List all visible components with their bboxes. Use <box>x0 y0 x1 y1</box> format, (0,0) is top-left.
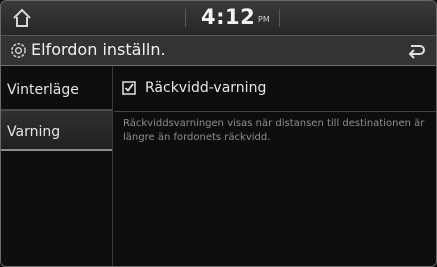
checkbox-checked-icon[interactable] <box>122 81 136 95</box>
gear-icon <box>11 43 26 58</box>
clock-ampm: PM <box>258 15 270 24</box>
status-separator <box>279 9 280 27</box>
sidebar-item-label: Varning <box>7 124 61 140</box>
page-header: Elfordon inställn. <box>1 36 436 66</box>
screen: 4:12 PM Elfordon inställn. Vinterläge Va… <box>0 0 437 267</box>
status-separator <box>185 9 186 27</box>
range-warning-option[interactable]: Räckvidd-varning <box>114 66 436 112</box>
sidebar-item-winter-mode[interactable]: Vinterläge <box>1 69 112 110</box>
sidebar-item-warning[interactable]: Varning <box>1 110 112 151</box>
home-icon[interactable] <box>11 7 33 29</box>
back-icon[interactable] <box>405 41 427 60</box>
page-title: Elfordon inställn. <box>31 40 166 59</box>
range-warning-description: Räckviddsvarningen visas när distansen t… <box>123 118 425 143</box>
status-bar: 4:12 PM <box>1 1 436 36</box>
sidebar-item-label: Vinterläge <box>7 82 79 98</box>
clock-time: 4:12 <box>201 5 256 29</box>
range-warning-label: Räckvidd-varning <box>145 80 267 96</box>
settings-sidebar: Vinterläge Varning <box>1 66 113 266</box>
